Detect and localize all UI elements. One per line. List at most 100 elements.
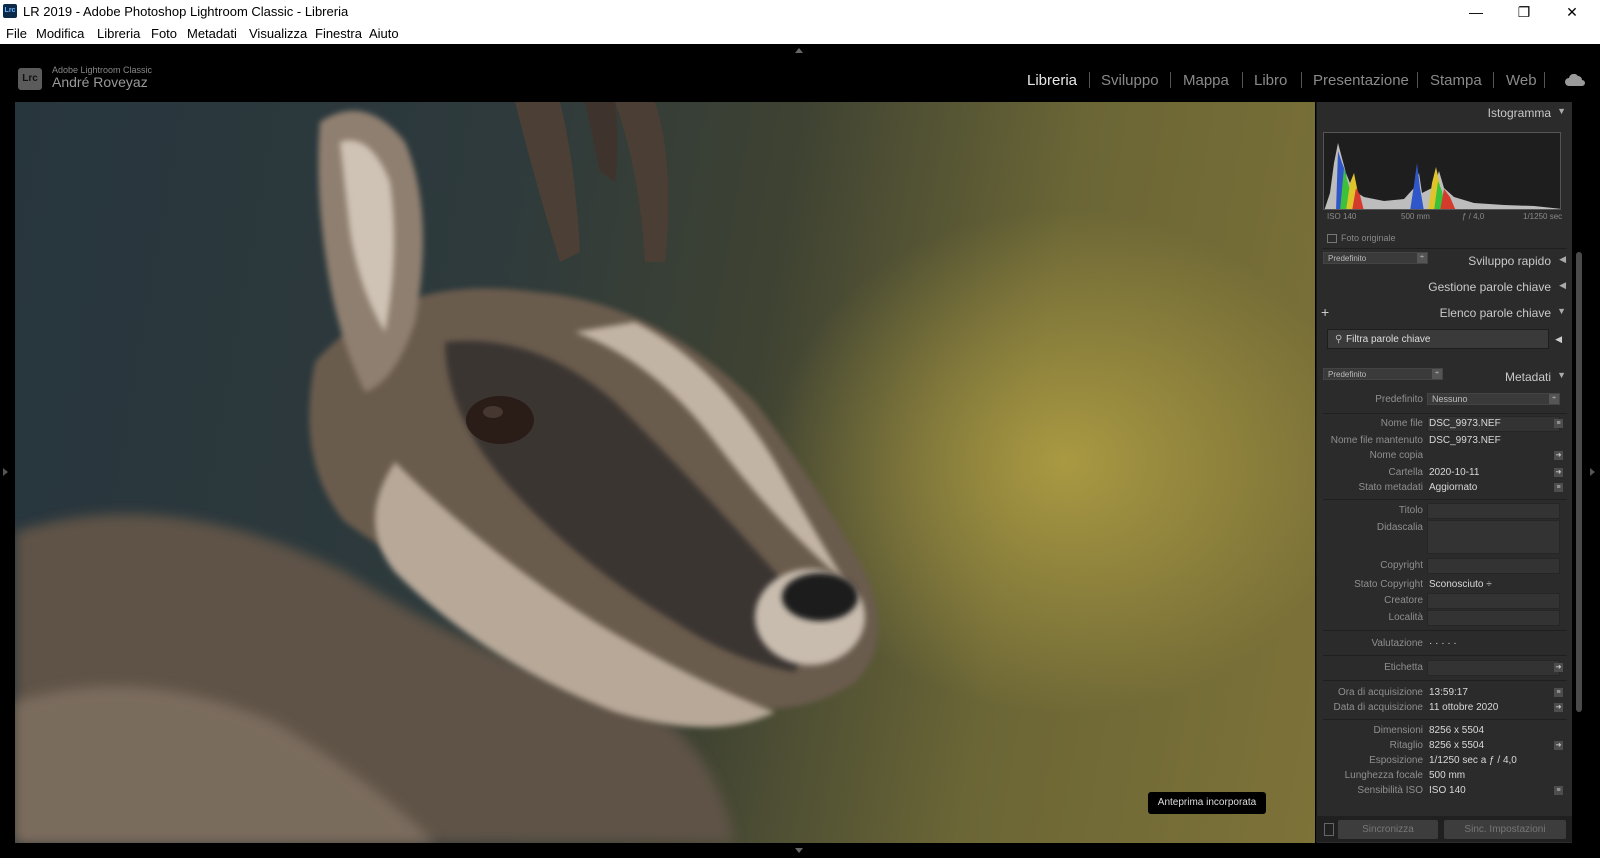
expand-down-icon: ▼	[1557, 370, 1566, 380]
lightroom-header: Lrc Adobe Lightroom Classic André Roveya…	[0, 44, 1600, 100]
module-separator	[1493, 72, 1494, 88]
menu-aiuto[interactable]: Aiuto	[369, 26, 399, 41]
metadata-preset-row: Predefinito Nessuno ÷	[1317, 393, 1573, 408]
menu-finestra[interactable]: Finestra	[315, 26, 362, 41]
go-arrow-icon[interactable]: ➜	[1554, 451, 1563, 460]
module-separator	[1170, 72, 1171, 88]
rating-stars[interactable]: · · · · ·	[1429, 638, 1457, 649]
keyword-list-title: Elenco parole chiave	[1439, 306, 1551, 320]
histogram-chart[interactable]	[1323, 132, 1561, 210]
loupe-photo[interactable]	[15, 102, 1315, 843]
copyright-status-select[interactable]: Sconosciuto ÷	[1429, 579, 1492, 590]
menu-visualizza[interactable]: Visualizza	[249, 26, 307, 41]
right-panel-scrollbar[interactable]	[1576, 252, 1582, 712]
metadata-row-caption: Didascalia	[1317, 520, 1573, 554]
lrc-logo: Lrc	[18, 68, 42, 90]
original-photo-checkbox[interactable]	[1327, 234, 1337, 244]
metadata-row-preserved-name: Nome file mantenuto DSC_9973.NEF	[1317, 435, 1573, 449]
metadata-preset-dropdown[interactable]: Nessuno ÷	[1427, 393, 1560, 405]
keyword-filter-input[interactable]: ⚲ Filtra parole chiave ◀	[1327, 329, 1562, 349]
metadata-row-file-name: Nome file DSC_9973.NEF ≡	[1317, 416, 1573, 432]
metadata-key: Stato Copyright	[1354, 579, 1423, 590]
restore-button[interactable]: ❐	[1501, 0, 1547, 24]
list-icon[interactable]: ≡	[1554, 688, 1563, 697]
location-field[interactable]	[1427, 610, 1560, 626]
menu-foto[interactable]: Foto	[151, 26, 177, 41]
quick-develop-header[interactable]: Sviluppo rapido ◀	[1317, 250, 1573, 272]
histogram-header[interactable]: Istogramma ▼	[1317, 102, 1573, 124]
menu-file[interactable]: File	[6, 26, 27, 41]
expand-left-panel-icon[interactable]	[3, 468, 8, 476]
window-title: LR 2019 - Adobe Photoshop Lightroom Clas…	[23, 4, 349, 19]
metadata-row-dimensions: Dimensioni 8256 x 5504	[1317, 725, 1573, 739]
caption-field[interactable]	[1427, 520, 1560, 554]
menu-libreria[interactable]: Libreria	[97, 26, 140, 41]
expand-filmstrip-icon[interactable]	[795, 848, 803, 853]
metadata-key: Stato metadati	[1358, 482, 1423, 493]
metadata-row-focal-length: Lunghezza focale 500 mm	[1317, 770, 1573, 784]
crop-go-icon[interactable]: ➜	[1554, 741, 1563, 750]
collapse-left-icon[interactable]: ◀	[1555, 334, 1562, 345]
module-presentazione[interactable]: Presentazione	[1313, 72, 1409, 89]
original-photo-label: Foto originale	[1341, 233, 1396, 243]
metadata-row-creator: Creatore	[1317, 593, 1573, 609]
sync-button[interactable]: Sincronizza	[1338, 820, 1438, 839]
keyword-list-header[interactable]: + Elenco parole chiave ▼	[1317, 302, 1573, 324]
original-photo-toggle[interactable]: Foto originale	[1327, 233, 1396, 244]
go-arrow-icon[interactable]: ➜	[1554, 663, 1563, 672]
list-icon[interactable]: ≡	[1554, 483, 1563, 492]
metadata-header[interactable]: Metadati ▼	[1317, 366, 1573, 388]
expand-down-icon: ▼	[1557, 106, 1566, 116]
module-mappa[interactable]: Mappa	[1183, 72, 1229, 89]
auto-sync-toggle-icon[interactable]	[1324, 823, 1334, 836]
go-arrow-icon[interactable]: ➜	[1554, 703, 1563, 712]
module-libreria[interactable]: Libreria	[1027, 72, 1077, 89]
metadata-key: Creatore	[1384, 595, 1423, 606]
collapse-left-icon: ◀	[1559, 254, 1566, 264]
collapse-right-panel-icon[interactable]	[1590, 468, 1595, 476]
metadata-key: Località	[1388, 612, 1423, 623]
module-separator	[1417, 72, 1418, 88]
list-icon[interactable]: ≡	[1554, 786, 1563, 795]
collapse-left-icon: ◀	[1559, 280, 1566, 290]
module-sviluppo[interactable]: Sviluppo	[1101, 72, 1159, 89]
go-to-folder-icon[interactable]: ➜	[1554, 468, 1563, 477]
metadata-title: Metadati	[1504, 370, 1551, 384]
divider	[1323, 499, 1567, 500]
minimize-button[interactable]: —	[1453, 0, 1499, 24]
menu-metadati[interactable]: Metadati	[187, 26, 237, 41]
creator-field[interactable]	[1427, 593, 1560, 609]
list-icon[interactable]: ≡	[1554, 419, 1563, 428]
metadata-row-label: Etichetta ➜	[1317, 660, 1573, 676]
metadata-key: Predefinito	[1375, 394, 1423, 405]
chamois-photo-image	[15, 102, 878, 843]
keyword-filter-placeholder: Filtra parole chiave	[1346, 334, 1431, 345]
histogram-shutter: 1/1250 sec	[1523, 212, 1563, 221]
metadata-value: 8256 x 5504	[1429, 725, 1485, 736]
metadata-row-iso: Sensibilità ISO ISO 140 ≡	[1317, 785, 1573, 799]
copyright-field[interactable]	[1427, 558, 1560, 574]
divider	[1323, 413, 1567, 414]
metadata-key: Sensibilità ISO	[1357, 785, 1423, 796]
title-field[interactable]	[1427, 503, 1560, 519]
add-keyword-button[interactable]: +	[1321, 304, 1329, 320]
menu-modifica[interactable]: Modifica	[36, 26, 84, 41]
module-separator	[1301, 72, 1302, 88]
metadata-row-capture-time: Ora di acquisizione 13:59:17 ≡	[1317, 687, 1573, 701]
module-web[interactable]: Web	[1506, 72, 1537, 89]
module-stampa[interactable]: Stampa	[1430, 72, 1482, 89]
cloud-icon[interactable]	[1565, 74, 1585, 86]
embedded-preview-badge: Anteprima incorporata	[1148, 792, 1266, 814]
sync-settings-button[interactable]: Sinc. Impostazioni	[1444, 820, 1566, 839]
close-button[interactable]: ✕	[1549, 0, 1595, 24]
label-field[interactable]	[1427, 660, 1560, 676]
module-separator	[1242, 72, 1243, 88]
collapse-top-panel-icon[interactable]	[795, 48, 803, 53]
module-separator	[1544, 72, 1545, 88]
right-panel: Istogramma ▼ ISO 140 500 mm ƒ / 4,0 1/12…	[1316, 102, 1572, 843]
keywording-header[interactable]: Gestione parole chiave ◀	[1317, 276, 1573, 298]
keywording-title: Gestione parole chiave	[1428, 280, 1551, 294]
module-libro[interactable]: Libro	[1254, 72, 1287, 89]
metadata-key: Lunghezza focale	[1344, 770, 1423, 781]
menu-bar: File Modifica Libreria Foto Metadati Vis…	[0, 24, 1600, 44]
